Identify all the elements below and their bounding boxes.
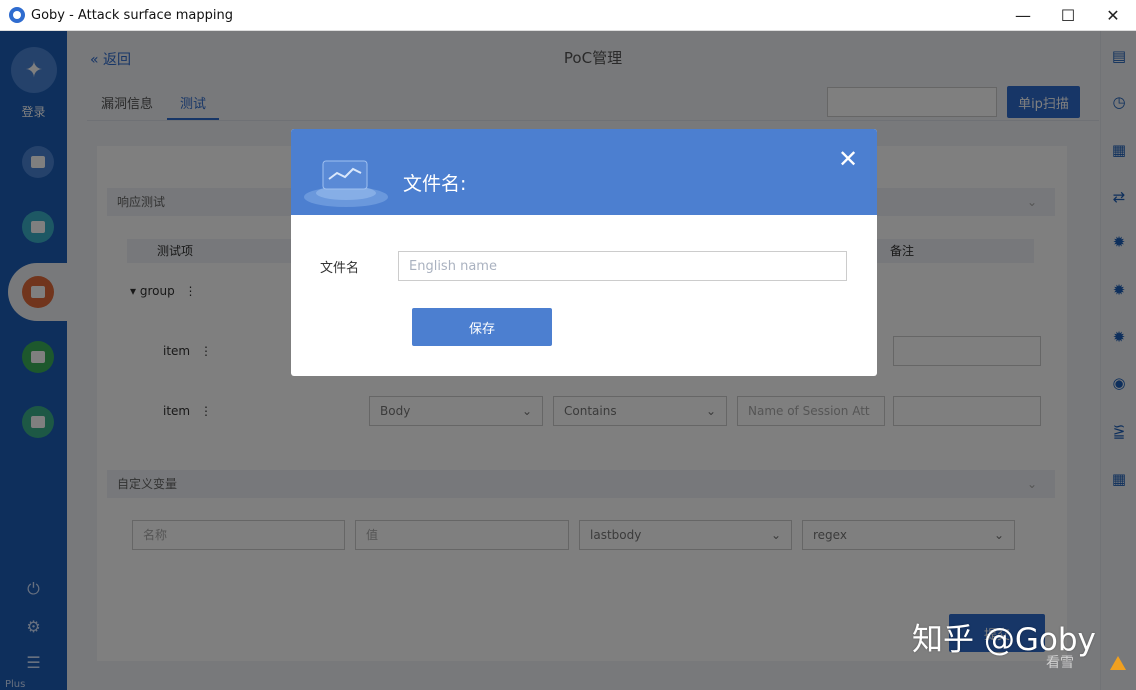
filename-dialog: 文件名: ✕ 文件名 保存 (291, 129, 877, 376)
close-icon[interactable]: ✕ (836, 147, 860, 171)
window-title: Goby - Attack surface mapping (31, 7, 233, 23)
warning-icon (1110, 656, 1126, 670)
dialog-title: 文件名: (403, 173, 467, 195)
dialog-header: 文件名: ✕ (291, 129, 877, 215)
save-button[interactable]: 保存 (412, 308, 552, 346)
filename-input[interactable] (398, 251, 847, 281)
maximize-button[interactable]: ☐ (1045, 0, 1091, 31)
watermark-sub: 看雪 (1046, 655, 1074, 671)
goby-logo-icon (9, 7, 25, 23)
window-titlebar: Goby - Attack surface mapping — ☐ ✕ (0, 0, 1136, 31)
minimize-button[interactable]: — (1000, 0, 1046, 31)
chart-illustration-icon (304, 160, 388, 207)
close-window-button[interactable]: ✕ (1090, 0, 1136, 31)
filename-label: 文件名 (320, 261, 360, 276)
